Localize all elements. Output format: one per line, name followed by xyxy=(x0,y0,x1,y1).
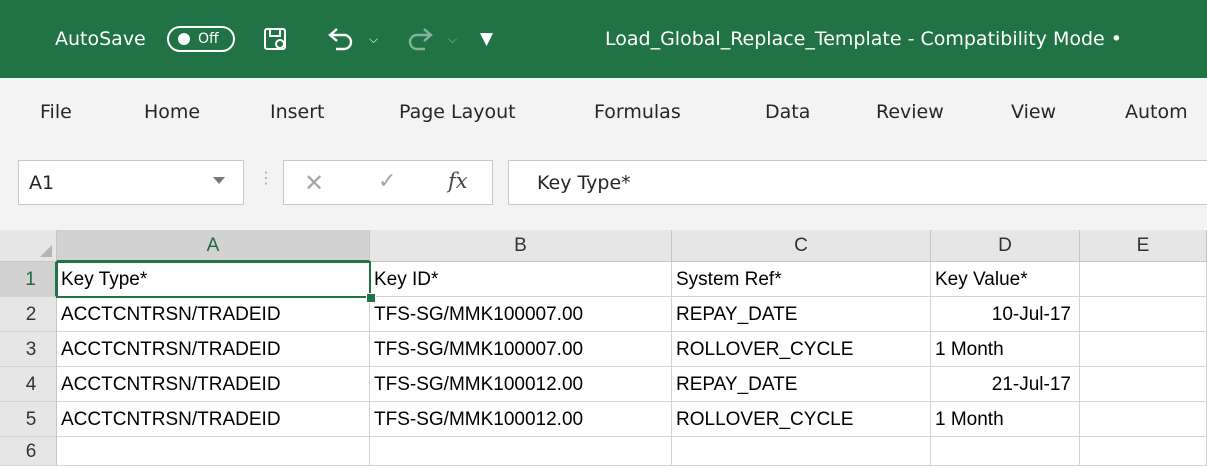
column-header-c[interactable]: C xyxy=(672,230,931,262)
cell-d4[interactable]: 21-Jul-17 xyxy=(931,367,1080,402)
cancel-icon[interactable]: ✕ xyxy=(304,169,324,197)
tab-page-layout[interactable]: Page Layout xyxy=(399,78,516,146)
cell-a6[interactable] xyxy=(57,437,370,466)
column-header-b[interactable]: B xyxy=(370,230,672,262)
title-bar: AutoSave Off ⌵ ⌵ ▼ Load_Global_Replace_T… xyxy=(0,0,1207,78)
save-icon[interactable] xyxy=(262,0,288,78)
cell-b5[interactable]: TFS-SG/MMK100012.00 xyxy=(370,402,672,437)
select-all-triangle-icon xyxy=(40,245,52,257)
cell-d6[interactable] xyxy=(931,437,1080,466)
select-all-button[interactable] xyxy=(0,230,57,262)
cell-a5[interactable]: ACCTCNTRSN/TRADEID xyxy=(57,402,370,437)
cell-e1[interactable] xyxy=(1080,262,1207,297)
tab-insert[interactable]: Insert xyxy=(270,78,325,146)
document-title: Load_Global_Replace_Template - Compatibi… xyxy=(605,28,1122,50)
tab-review[interactable]: Review xyxy=(876,78,944,146)
drag-handle-icon[interactable]: ⋮ xyxy=(258,168,274,187)
row-header-3[interactable]: 3 xyxy=(0,332,57,367)
cell-a4[interactable]: ACCTCNTRSN/TRADEID xyxy=(57,367,370,402)
formula-input[interactable]: Key Type* xyxy=(508,160,1207,205)
tab-automate[interactable]: Autom xyxy=(1125,78,1188,146)
cell-d2[interactable]: 10-Jul-17 xyxy=(931,297,1080,332)
cell-e3[interactable] xyxy=(1080,332,1207,367)
tab-view[interactable]: View xyxy=(1011,78,1056,146)
cell-c3[interactable]: ROLLOVER_CYCLE xyxy=(672,332,931,367)
toggle-knob xyxy=(178,33,190,45)
formula-bar-area: A1 ⋮ ✕ ✓ fx Key Type* xyxy=(0,146,1207,230)
undo-icon[interactable] xyxy=(326,0,356,78)
cell-c5[interactable]: ROLLOVER_CYCLE xyxy=(672,402,931,437)
cell-e4[interactable] xyxy=(1080,367,1207,402)
cell-c6[interactable] xyxy=(672,437,931,466)
redo-icon[interactable] xyxy=(405,0,435,78)
ribbon-tabs: File Home Insert Page Layout Formulas Da… xyxy=(0,78,1207,147)
cell-b1[interactable]: Key ID* xyxy=(370,262,672,297)
chevron-down-icon[interactable] xyxy=(213,177,225,184)
cell-b2[interactable]: TFS-SG/MMK100007.00 xyxy=(370,297,672,332)
tab-home[interactable]: Home xyxy=(144,78,200,146)
cell-a2[interactable]: ACCTCNTRSN/TRADEID xyxy=(57,297,370,332)
redo-dropdown-icon[interactable]: ⌵ xyxy=(448,0,457,78)
undo-dropdown-icon[interactable]: ⌵ xyxy=(369,0,378,78)
tab-file[interactable]: File xyxy=(40,78,72,146)
row-header-4[interactable]: 4 xyxy=(0,367,57,402)
name-box[interactable]: A1 xyxy=(18,160,244,205)
cell-c4[interactable]: REPAY_DATE xyxy=(672,367,931,402)
cell-b4[interactable]: TFS-SG/MMK100012.00 xyxy=(370,367,672,402)
cell-b6[interactable] xyxy=(370,437,672,466)
row-header-6[interactable]: 6 xyxy=(0,437,57,466)
tab-formulas[interactable]: Formulas xyxy=(594,78,681,146)
column-header-d[interactable]: D xyxy=(931,230,1080,262)
cell-a3[interactable]: ACCTCNTRSN/TRADEID xyxy=(57,332,370,367)
enter-check-icon[interactable]: ✓ xyxy=(378,169,396,194)
cell-e2[interactable] xyxy=(1080,297,1207,332)
column-header-a[interactable]: A xyxy=(57,230,370,262)
cell-e6[interactable] xyxy=(1080,437,1207,466)
cell-b3[interactable]: TFS-SG/MMK100007.00 xyxy=(370,332,672,367)
autosave-state: Off xyxy=(198,31,219,47)
cell-c1[interactable]: System Ref* xyxy=(672,262,931,297)
formula-buttons: ✕ ✓ fx xyxy=(283,160,493,205)
autosave-label: AutoSave xyxy=(55,28,146,50)
row-header-5[interactable]: 5 xyxy=(0,402,57,437)
row-header-1[interactable]: 1 xyxy=(0,262,57,297)
tab-data[interactable]: Data xyxy=(765,78,810,146)
insert-function-icon[interactable]: fx xyxy=(448,169,468,193)
cell-d1[interactable]: Key Value* xyxy=(931,262,1080,297)
formula-value: Key Type* xyxy=(537,172,631,194)
name-box-value: A1 xyxy=(29,172,55,194)
cell-d3[interactable]: 1 Month xyxy=(931,332,1080,367)
column-header-e[interactable]: E xyxy=(1080,230,1207,262)
fill-handle[interactable] xyxy=(366,293,376,303)
cell-e5[interactable] xyxy=(1080,402,1207,437)
autosave-toggle[interactable]: Off xyxy=(167,26,235,52)
cell-d5[interactable]: 1 Month xyxy=(931,402,1080,437)
cell-a1[interactable]: Key Type* xyxy=(57,262,370,297)
row-header-2[interactable]: 2 xyxy=(0,297,57,332)
cell-c2[interactable]: REPAY_DATE xyxy=(672,297,931,332)
customize-toolbar-icon[interactable]: ▼ xyxy=(480,0,493,78)
